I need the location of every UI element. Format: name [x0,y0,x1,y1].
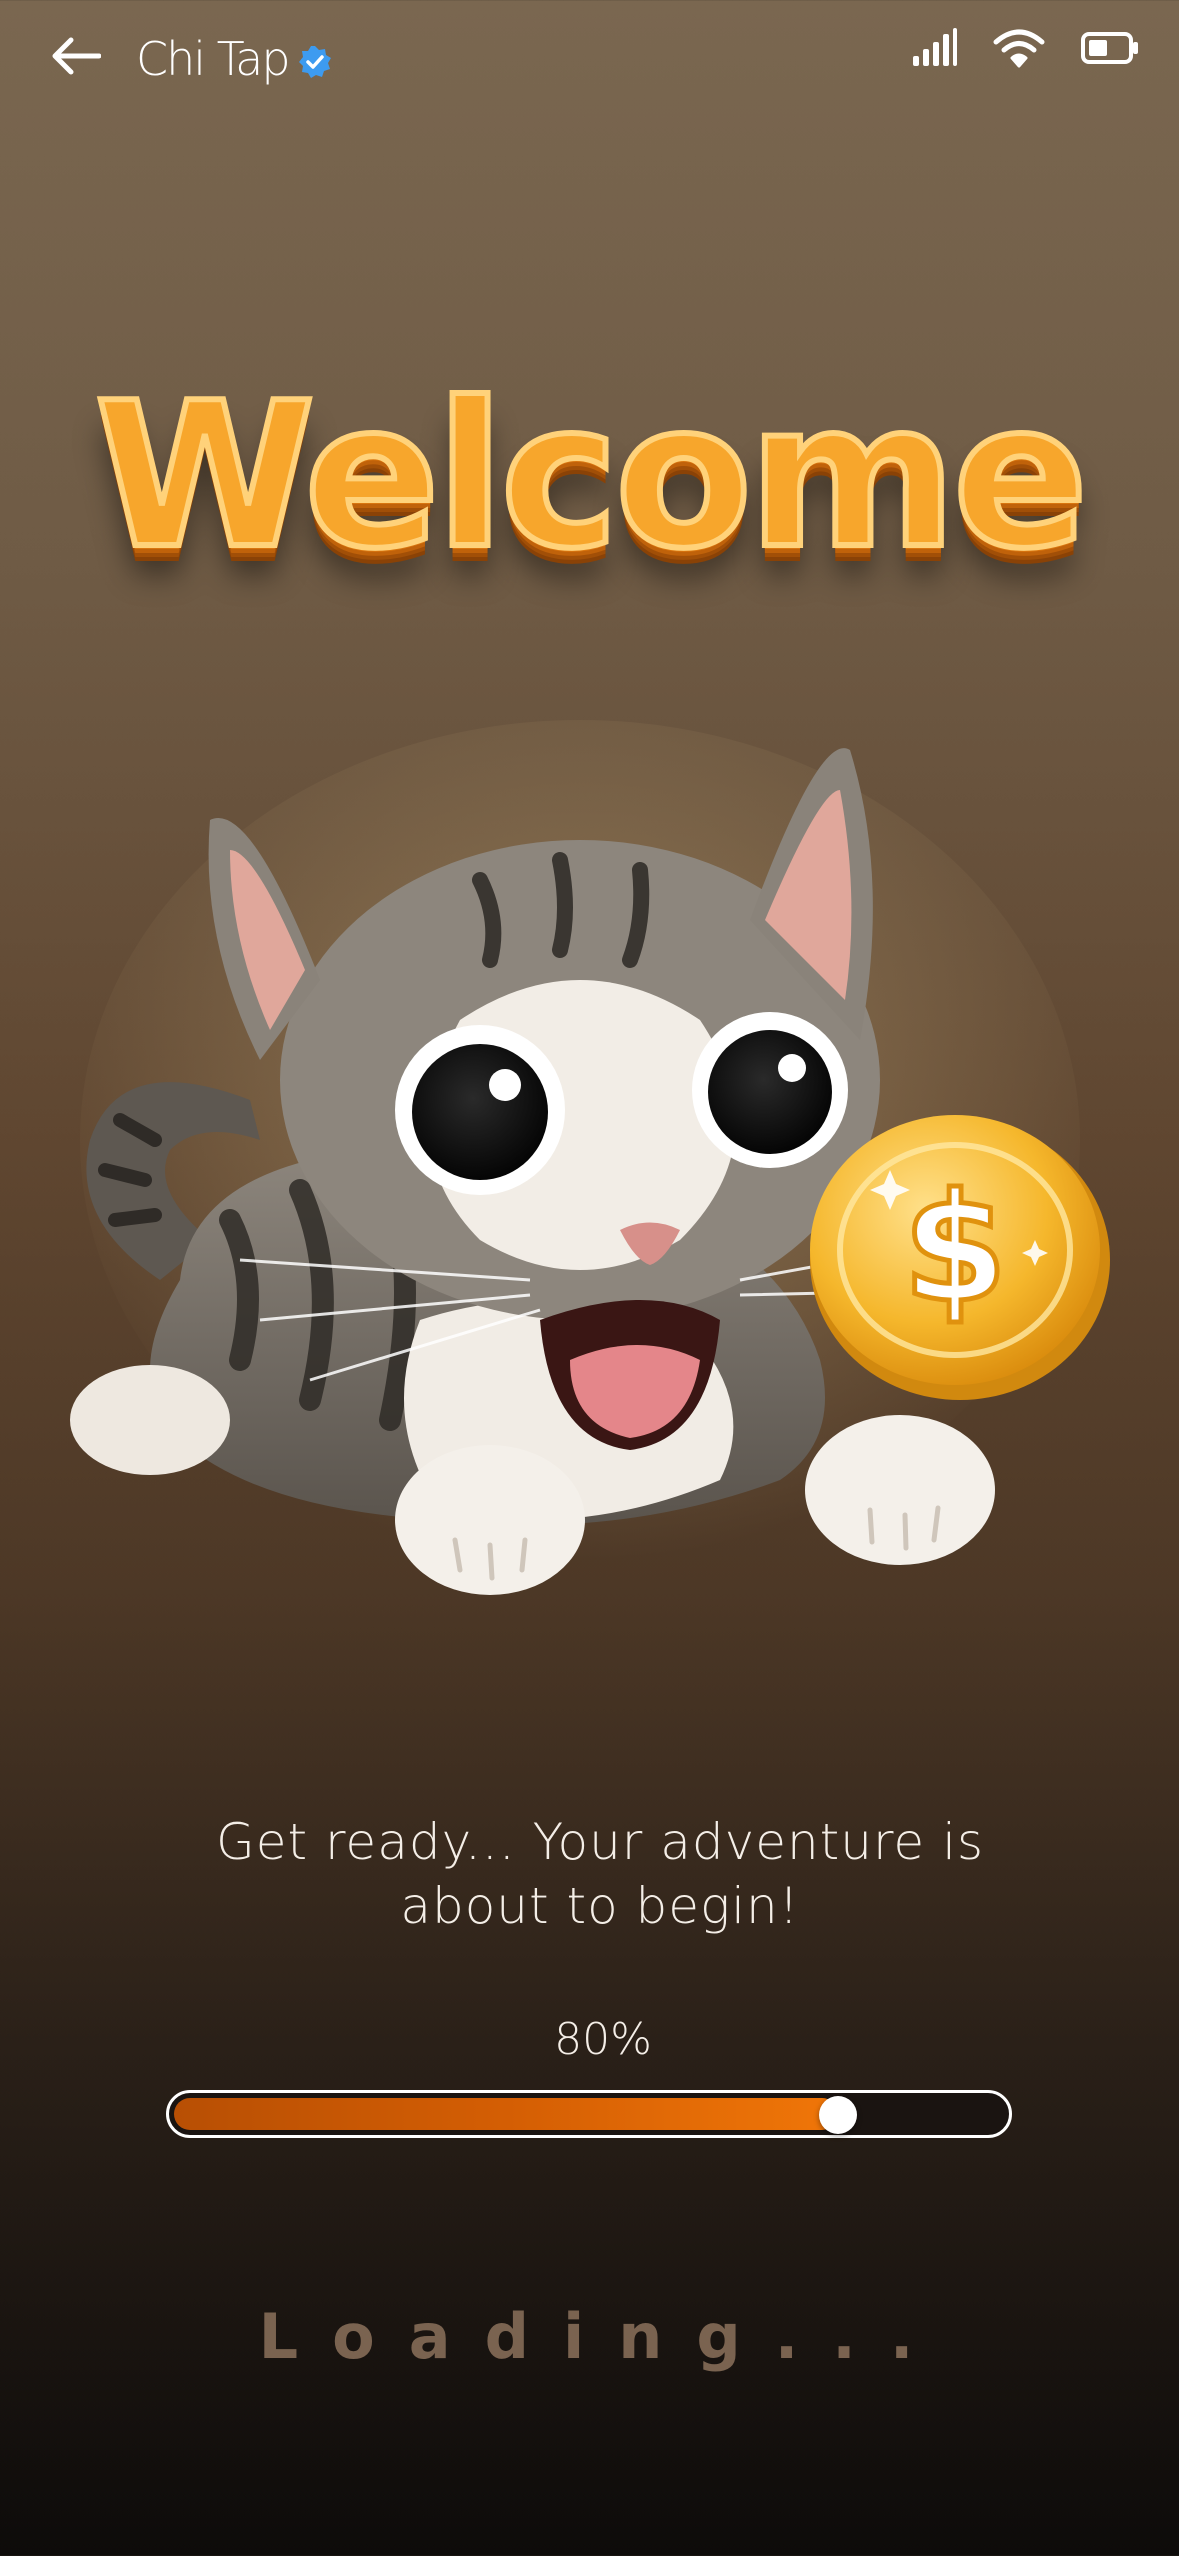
progress-bar [166,2090,1012,2138]
progress-knob [819,2096,857,2134]
welcome-heading: Welcome [92,357,1092,596]
cat-front-paw-right [805,1415,995,1565]
arrow-left-icon [52,37,101,75]
status-bar-icons [911,28,1139,68]
cat-back-paw [70,1365,230,1475]
wifi-icon [993,29,1045,68]
app-title: Chi Tap [136,32,291,86]
welcome-message-line1: Get ready... Your adventure is [215,1813,985,1871]
welcome-message: Get ready... Your adventure is about to … [160,1810,1040,1938]
cat-with-coin-illustration: $ [70,720,1110,1595]
progress-percent: 80% [554,2014,652,2065]
progress-fill [174,2098,838,2130]
top-bar: Chi Tap [0,0,1179,120]
signal-icon [913,28,957,66]
loading-text: Loading... [258,2300,948,2373]
svg-text:$: $ [903,1162,1007,1336]
battery-icon [1081,32,1138,64]
back-button[interactable] [40,26,110,86]
verified-badge-icon [298,46,331,78]
app-title-group: Chi Tap [136,24,333,94]
welcome-message-line2: about to begin! [400,1877,800,1935]
